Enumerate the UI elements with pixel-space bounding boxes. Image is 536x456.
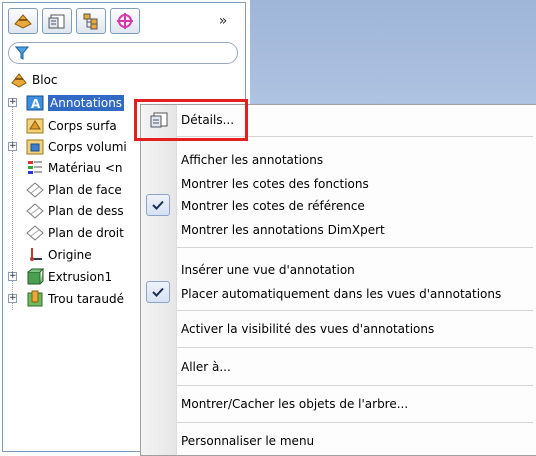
tree-item-label: Trou taraudé [48, 292, 124, 306]
tree-item-label: Corps surfa [48, 119, 117, 133]
dimxpert-manager-tab[interactable] [110, 8, 140, 34]
feature-manager-icon [14, 14, 32, 29]
part-icon [11, 73, 27, 88]
annotations-icon: A [26, 95, 44, 111]
tree-item-label: Corps volumi [48, 140, 127, 154]
tree-item-extrusion[interactable]: + Extrusion1 [8, 267, 112, 287]
menu-item-show-dimxpert-annotations[interactable]: Montrer les annotations DimXpert [181, 222, 385, 238]
tree-item-label: Annotations [48, 95, 125, 111]
checked-indicator [146, 194, 170, 216]
plane-icon [26, 203, 44, 219]
filter-input[interactable] [8, 42, 238, 64]
extrude-icon [27, 268, 44, 285]
menu-separator [177, 422, 533, 423]
tree-root-label: Bloc [32, 73, 58, 87]
menu-item-show-annotations[interactable]: Afficher les annotations [181, 152, 323, 168]
tree-item-origin[interactable]: Origine [8, 245, 92, 265]
tree-item-annotations[interactable]: + A Annotations [8, 93, 125, 113]
tree-item-label: Origine [48, 248, 92, 262]
menu-item-show-feature-dimensions[interactable]: Montrer les cotes des fonctions [181, 176, 369, 192]
tree-item-material[interactable]: Matériau <n [8, 158, 123, 178]
hole-icon [27, 290, 43, 307]
menu-item-auto-place-annotation-views[interactable]: Placer automatiquement dans les vues d'a… [181, 286, 501, 302]
highlight-box [134, 99, 248, 141]
tree-item-label: Extrusion1 [48, 270, 113, 284]
solid-bodies-icon [26, 139, 44, 155]
dimxpert-manager-icon [117, 13, 133, 29]
menu-item-customize-menu[interactable]: Personnaliser le menu [181, 433, 314, 449]
menu-item-enable-annotation-view-visibility[interactable]: Activer la visibilité des vues d'annotat… [181, 321, 434, 337]
configuration-manager-tab[interactable] [76, 8, 106, 34]
menu-item-show-hide-tree-items[interactable]: Montrer/Cacher les objets de l'arbre... [181, 396, 408, 412]
plane-icon [26, 182, 44, 198]
origin-icon [30, 248, 42, 261]
surface-bodies-icon [26, 118, 44, 134]
menu-item-go-to[interactable]: Aller à... [181, 359, 231, 375]
context-menu: Détails... Afficher les annotations Mont… [140, 104, 536, 456]
property-manager-tab[interactable] [42, 8, 72, 34]
expand-icon[interactable]: + [8, 294, 17, 303]
tree-item-solid-bodies[interactable]: + Corps volumi [8, 137, 127, 157]
tree-item-right-plane[interactable]: Plan de droit [8, 223, 124, 243]
svg-text:A: A [31, 97, 41, 111]
expand-icon[interactable]: + [8, 272, 17, 281]
more-tabs-button[interactable]: » [212, 12, 234, 30]
feature-manager-tab[interactable] [8, 8, 38, 34]
configuration-manager-icon [83, 13, 98, 30]
menu-icon-gutter [141, 105, 177, 455]
manager-toolbar: » [8, 8, 240, 34]
material-icon [28, 161, 42, 174]
checkmark-icon [152, 287, 164, 297]
tree-item-surface-bodies[interactable]: Corps surfa [8, 116, 117, 136]
menu-separator [177, 247, 533, 248]
plane-icon [26, 225, 44, 241]
checked-indicator [146, 281, 170, 303]
expand-icon[interactable]: + [8, 98, 17, 107]
tree-item-front-plane[interactable]: Plan de face [8, 180, 122, 200]
tree-root-item[interactable]: Bloc [10, 70, 58, 90]
tree-item-label: Matériau <n [48, 161, 123, 175]
expand-icon[interactable]: + [8, 142, 17, 151]
tree-item-top-plane[interactable]: Plan de dess [8, 201, 124, 221]
menu-item-insert-annotation-view[interactable]: Insérer une vue d'annotation [181, 262, 355, 278]
tree-item-label: Plan de droit [48, 226, 124, 240]
menu-separator [177, 310, 533, 311]
filter-icon [15, 46, 29, 60]
menu-separator [177, 347, 533, 348]
tree-item-tapped-hole[interactable]: + Trou taraudé [8, 289, 124, 309]
menu-item-show-reference-dimensions[interactable]: Montrer les cotes de référence [181, 198, 365, 214]
menu-separator [177, 385, 533, 386]
property-manager-icon [48, 14, 65, 29]
checkmark-icon [152, 200, 164, 210]
tree-item-label: Plan de face [48, 183, 122, 197]
tree-item-label: Plan de dess [48, 204, 124, 218]
